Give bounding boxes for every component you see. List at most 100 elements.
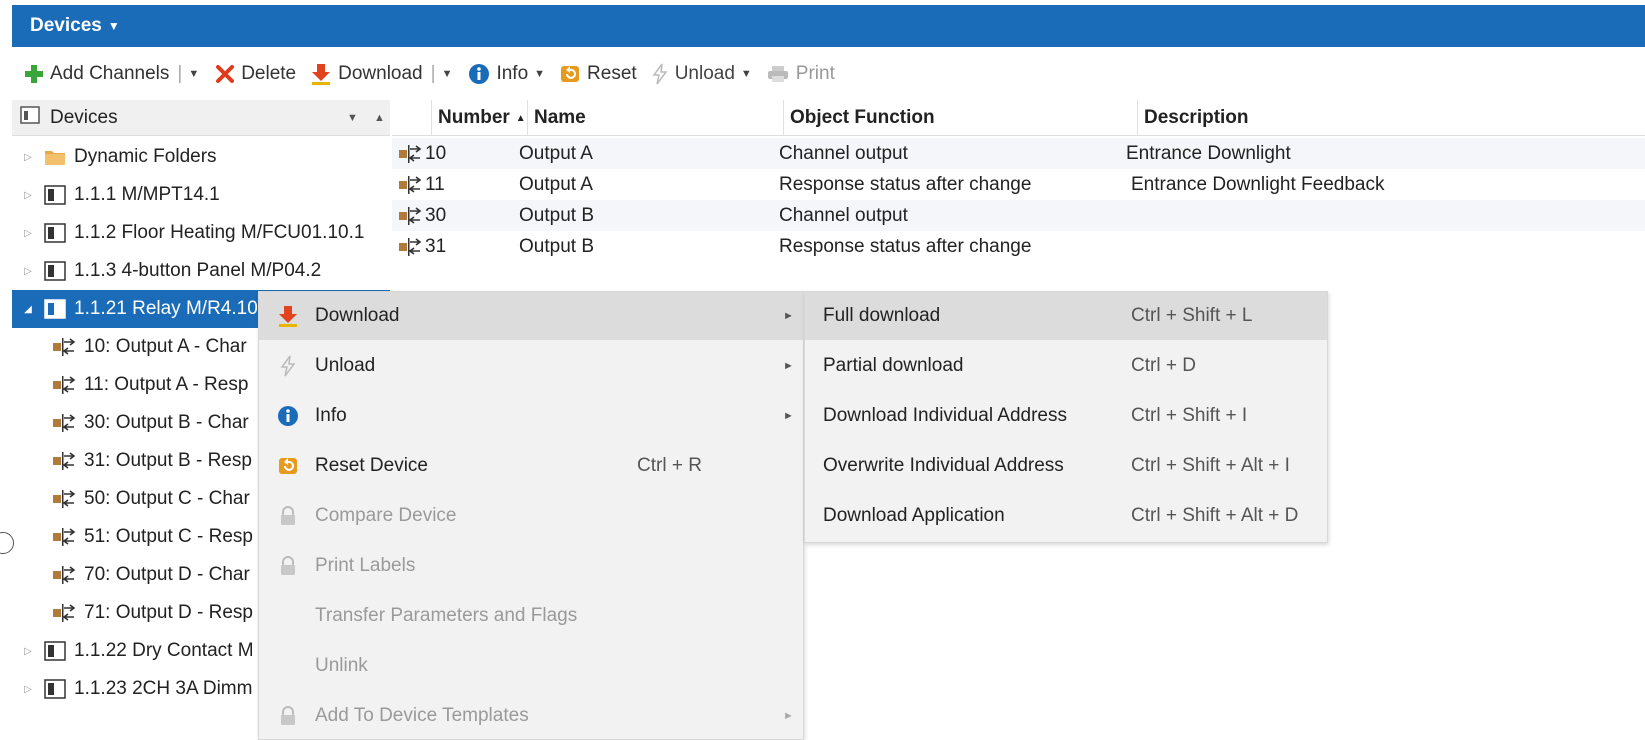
tree-item-device[interactable]: ▷ 1.1.1 M/MPT14.1: [12, 176, 390, 214]
cell-name: Output A: [519, 142, 593, 164]
download-arrow-icon: [310, 63, 332, 85]
tree-item-label: 1.1.22 Dry Contact M: [74, 640, 254, 661]
tree-item-label: 11: Output A - Resp: [84, 374, 249, 395]
submenu-item-overwrite-individual-address[interactable]: Overwrite Individual Address Ctrl + Shif…: [805, 442, 1327, 490]
info-icon: [468, 63, 490, 85]
menu-item-info[interactable]: Info ►: [259, 392, 805, 440]
column-header-description[interactable]: Description: [1138, 100, 1645, 136]
table-row[interactable]: 31 Output B Response status after change: [392, 231, 1645, 262]
lock-icon: [277, 705, 299, 727]
add-channels-dropdown-icon[interactable]: ▼: [188, 68, 199, 80]
info-label: Info: [496, 63, 529, 84]
menu-item-shortcut: Ctrl + Shift + L: [1131, 305, 1253, 326]
submenu-arrow-icon: ►: [783, 360, 794, 372]
table-row[interactable]: 10 Output A Channel output Entrance Down…: [392, 138, 1645, 169]
menu-item-shortcut: Ctrl + Shift + Alt + D: [1131, 505, 1299, 526]
expand-icon[interactable]: ▷: [20, 228, 36, 239]
download-dropdown-icon[interactable]: ▼: [442, 68, 453, 80]
menu-item-label: Compare Device: [315, 505, 457, 526]
group-object-icon: [52, 565, 76, 585]
device-context-menu: Download ► Unload ► Info ► Reset Device …: [258, 291, 805, 740]
group-object-icon: [52, 603, 76, 623]
tree-item-label: 50: Output C - Char: [84, 488, 250, 509]
menu-item-label: Full download: [823, 305, 941, 326]
tree-item-label: 71: Output D - Resp: [84, 602, 253, 623]
unload-dropdown-icon[interactable]: ▼: [741, 68, 752, 80]
group-object-icon: [398, 200, 422, 231]
delete-label: Delete: [241, 63, 297, 84]
info-dropdown-icon[interactable]: ▼: [534, 68, 545, 80]
group-object-icon: [398, 138, 422, 169]
scroll-up-icon[interactable]: ▲: [374, 112, 385, 124]
tree-item-label: 51: Output C - Resp: [84, 526, 253, 547]
cell-number: 10: [425, 142, 447, 164]
device-icon: [44, 299, 66, 319]
menu-item-unlink[interactable]: Unlink: [259, 642, 805, 690]
menu-item-print-labels[interactable]: Print Labels: [259, 542, 805, 590]
column-header-number[interactable]: Number ▲: [432, 100, 528, 136]
menu-item-download[interactable]: Download ►: [259, 292, 805, 340]
print-button[interactable]: Print: [766, 63, 835, 85]
lightning-icon: [651, 63, 669, 85]
device-icon: [44, 185, 66, 205]
tree-item-device[interactable]: ▷ 1.1.3 4-button Panel M/P04.2: [12, 252, 390, 290]
tree-panel-title: Devices: [50, 106, 118, 128]
menu-item-unload[interactable]: Unload ►: [259, 342, 805, 390]
submenu-item-partial-download[interactable]: Partial download Ctrl + D: [805, 342, 1327, 390]
tree-item-device[interactable]: ▷ 1.1.2 Floor Heating M/FCU01.10.1: [12, 214, 390, 252]
column-header-object-function[interactable]: Object Function: [784, 100, 1138, 136]
window-title: Devices: [30, 15, 102, 36]
device-icon: [44, 261, 66, 281]
expand-icon[interactable]: ▷: [20, 266, 36, 277]
collapse-icon[interactable]: ◢: [20, 304, 36, 315]
menu-item-compare-device[interactable]: Compare Device: [259, 492, 805, 540]
unload-label: Unload: [674, 63, 735, 84]
tree-panel-dropdown-icon[interactable]: ▼: [347, 112, 358, 124]
delete-button[interactable]: Delete: [215, 63, 296, 85]
lock-icon: [277, 505, 299, 527]
title-dropdown-icon[interactable]: ▼: [108, 19, 120, 33]
menu-item-label: Unlink: [315, 655, 368, 676]
menu-item-transfer-parameters[interactable]: Transfer Parameters and Flags: [259, 592, 805, 640]
expand-icon[interactable]: ▷: [20, 152, 36, 163]
menu-item-add-to-device-templates[interactable]: Add To Device Templates ►: [259, 692, 805, 740]
column-header-name[interactable]: Name: [528, 100, 784, 136]
menu-item-reset-device[interactable]: Reset Device Ctrl + R: [259, 442, 805, 490]
folder-icon: [44, 148, 66, 166]
expand-icon[interactable]: ▷: [20, 190, 36, 201]
unload-button[interactable]: Unload ▼: [651, 63, 752, 85]
reset-button[interactable]: Reset: [559, 63, 637, 85]
tree-item-dynamic-folders[interactable]: ▷ Dynamic Folders: [12, 138, 390, 176]
download-button[interactable]: Download: [310, 63, 423, 85]
table-row[interactable]: 11 Output A Response status after change…: [392, 169, 1645, 200]
menu-item-label: Transfer Parameters and Flags: [315, 605, 578, 626]
devices-title-bar[interactable]: Devices ▼: [12, 5, 1645, 47]
tree-item-label: 10: Output A - Char: [84, 336, 247, 357]
menu-item-label: Download Application: [823, 505, 1005, 526]
group-object-icon: [52, 451, 76, 471]
cell-object-function: Channel output: [779, 142, 908, 164]
submenu-item-download-individual-address[interactable]: Download Individual Address Ctrl + Shift…: [805, 392, 1327, 440]
menu-item-label: Overwrite Individual Address: [823, 455, 1064, 476]
menu-item-shortcut: Ctrl + Shift + I: [1131, 405, 1248, 426]
info-button[interactable]: Info ▼: [468, 63, 545, 85]
table-row[interactable]: 30 Output B Channel output: [392, 200, 1645, 231]
submenu-item-download-application[interactable]: Download Application Ctrl + Shift + Alt …: [805, 492, 1327, 540]
cell-object-function: Response status after change: [779, 173, 1032, 195]
expand-icon[interactable]: ▷: [20, 684, 36, 695]
expand-icon[interactable]: ▷: [20, 646, 36, 657]
menu-item-label: Unload: [315, 355, 376, 376]
add-channels-label: Add Channels: [50, 63, 170, 84]
tree-panel-header[interactable]: Devices ▼ ▲: [12, 100, 390, 136]
cell-number: 30: [425, 204, 447, 226]
toolbar: Add Channels | ▼ Delete Download | ▼ Inf…: [12, 52, 1645, 96]
add-channels-button[interactable]: Add Channels: [24, 63, 169, 85]
download-submenu: Full download Ctrl + Shift + L Partial d…: [804, 291, 1328, 543]
tree-item-label: 70: Output D - Char: [84, 564, 250, 585]
object-grid: 10 Output A Channel output Entrance Down…: [392, 138, 1645, 262]
tree-item-label: 1.1.3 4-button Panel M/P04.2: [74, 260, 322, 281]
submenu-item-full-download[interactable]: Full download Ctrl + Shift + L: [805, 292, 1327, 340]
column-header-label: Description: [1144, 107, 1249, 128]
cell-description: Entrance Downlight Feedback: [1131, 173, 1385, 195]
group-object-icon: [398, 169, 422, 200]
